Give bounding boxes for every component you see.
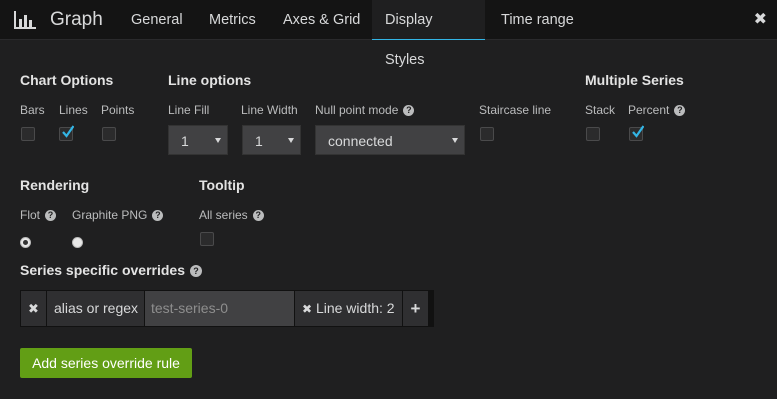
flot-label: Flot? [20, 208, 57, 222]
tab-time-range[interactable]: Time range [488, 0, 587, 40]
tab-general[interactable]: General [118, 0, 196, 40]
flot-text: Flot [20, 208, 41, 222]
check-icon [632, 125, 644, 138]
tooltip-title: Tooltip [199, 177, 245, 193]
stack-checkbox[interactable] [586, 127, 600, 141]
bars-checkbox[interactable] [21, 127, 35, 141]
check-icon [62, 125, 74, 138]
graphite-png-label: Graphite PNG? [72, 208, 164, 222]
percent-text: Percent [628, 103, 670, 117]
close-icon[interactable]: ✖ [754, 9, 767, 29]
null-point-mode-label: Null point mode? [315, 103, 415, 117]
series-overrides-title: Series specific overrides? [20, 262, 202, 278]
help-icon[interactable]: ? [674, 105, 686, 116]
override-property[interactable]: ✖ Line width: 2 [295, 291, 403, 326]
graphite-png-radio[interactable] [72, 237, 83, 248]
bar-chart-icon [14, 11, 36, 29]
series-overrides-text: Series specific overrides [20, 262, 185, 278]
radio-selected-dot [23, 240, 28, 245]
caret-down-icon [288, 138, 294, 143]
panel-editor-header: Graph General Metrics Axes & Grid Displa… [0, 0, 777, 68]
remove-property-icon[interactable]: ✖ [302, 302, 312, 316]
panel-type-title: Graph [50, 9, 103, 30]
override-property-label: Line width: 2 [315, 300, 395, 316]
all-series-checkbox[interactable] [200, 232, 214, 246]
line-width-select[interactable]: 1 [242, 125, 301, 155]
flot-radio[interactable] [20, 237, 31, 248]
bars-label: Bars [20, 103, 45, 117]
line-options-title: Line options [168, 72, 252, 88]
series-override-row: ✖ alias or regex test-series-0 ✖ Line wi… [20, 290, 434, 327]
alias-input[interactable]: test-series-0 [145, 291, 295, 326]
all-series-label: All series? [199, 208, 264, 222]
points-checkbox[interactable] [102, 127, 116, 141]
points-label: Points [101, 103, 135, 117]
lines-label: Lines [59, 103, 88, 117]
line-fill-value: 1 [181, 133, 189, 149]
rendering-title: Rendering [20, 177, 90, 193]
null-point-mode-text: Null point mode [315, 103, 399, 117]
add-series-override-button[interactable]: Add series override rule [20, 348, 192, 378]
staircase-label: Staircase line [479, 103, 552, 117]
staircase-checkbox[interactable] [480, 127, 494, 141]
remove-override-icon[interactable]: ✖ [21, 291, 47, 326]
help-icon[interactable]: ? [152, 210, 164, 221]
percent-checkbox[interactable] [629, 125, 644, 141]
add-property-icon[interactable]: + [403, 291, 429, 326]
line-width-value: 1 [255, 133, 263, 149]
percent-label: Percent? [628, 103, 686, 117]
multiple-series-title: Multiple Series [585, 72, 684, 88]
graphite-png-text: Graphite PNG [72, 208, 148, 222]
caret-down-icon [452, 138, 458, 143]
help-icon[interactable]: ? [252, 210, 264, 221]
tab-metrics[interactable]: Metrics [196, 0, 269, 40]
help-icon[interactable]: ? [190, 265, 202, 277]
help-icon[interactable]: ? [45, 210, 57, 221]
chart-options-title: Chart Options [20, 72, 114, 88]
tab-display-styles[interactable]: Display Styles [372, 0, 485, 68]
panel-brand: Graph [14, 0, 103, 40]
line-width-label: Line Width [241, 103, 298, 117]
all-series-text: All series [199, 208, 248, 222]
line-fill-label: Line Fill [168, 103, 210, 117]
lines-checkbox[interactable] [59, 125, 74, 141]
null-point-mode-select[interactable]: connected [315, 125, 465, 155]
alias-label: alias or regex [47, 291, 145, 326]
tab-axes-grid[interactable]: Axes & Grid [270, 0, 373, 40]
stack-label: Stack [585, 103, 616, 117]
caret-down-icon [215, 138, 221, 143]
line-fill-select[interactable]: 1 [168, 125, 228, 155]
null-point-mode-value: connected [328, 133, 393, 149]
help-icon[interactable]: ? [403, 105, 415, 116]
